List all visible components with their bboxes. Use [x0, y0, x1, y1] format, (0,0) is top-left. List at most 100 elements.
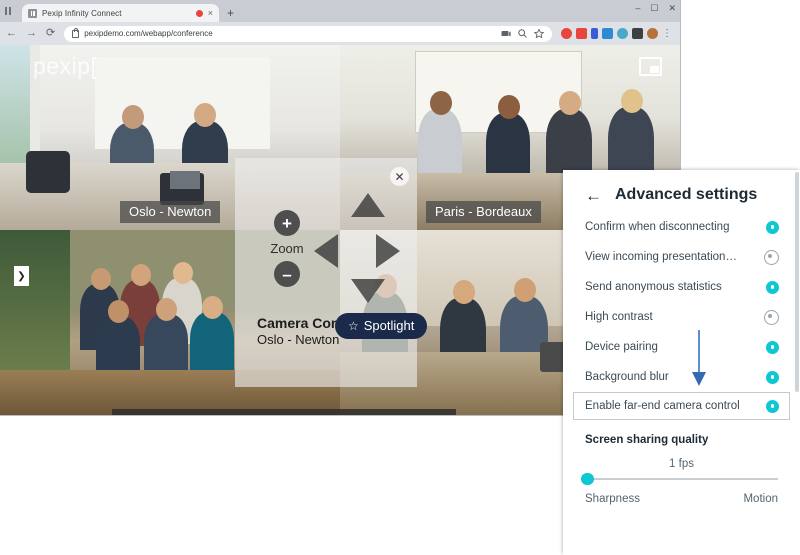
browser-tab[interactable]: Pexip Infinity Connect ×: [22, 4, 219, 22]
recording-indicator-icon: [196, 10, 203, 17]
participant-label-oslo: Oslo - Newton: [120, 201, 220, 223]
setting-label: Background blur: [585, 371, 669, 383]
layout-single-icon[interactable]: [367, 409, 394, 415]
panel-header: ← Advanced settings: [563, 170, 800, 212]
screen-sharing-quality-title: Screen sharing quality: [563, 420, 800, 446]
address-bar-row: ← → ⟳ pexipdemo.com/webapp/conference: [0, 22, 680, 45]
printer-extension-icon[interactable]: [602, 28, 613, 39]
reload-icon[interactable]: ⟳: [46, 28, 55, 39]
window-minimize-button[interactable]: –: [635, 3, 640, 13]
setting-label: Confirm when disconnecting: [585, 221, 729, 233]
back-navigation-icon[interactable]: ←: [6, 28, 17, 39]
setting-row-anonymous-statistics[interactable]: Send anonymous statistics: [563, 272, 800, 302]
slider-knob[interactable]: [581, 473, 594, 486]
down-arrow-annotation: [692, 330, 706, 388]
tab-strip: Pexip Infinity Connect × + – ☐ ✕: [0, 0, 680, 22]
media-cast-icon[interactable]: [501, 30, 511, 38]
new-tab-button[interactable]: +: [227, 7, 234, 19]
slider-max-label: Motion: [743, 493, 778, 505]
disconnect-power-icon[interactable]: [201, 409, 228, 415]
setting-row-high-contrast[interactable]: High contrast: [563, 302, 800, 332]
setting-label: Device pairing: [585, 341, 658, 353]
window-close-button[interactable]: ✕: [668, 3, 676, 13]
profile-avatar-icon[interactable]: [647, 28, 658, 39]
window-controls: – ☐ ✕: [635, 3, 676, 13]
back-arrow-icon[interactable]: ←: [585, 187, 602, 204]
panel-title: Advanced settings: [615, 186, 757, 204]
setting-row-background-blur[interactable]: Background blur: [563, 362, 800, 392]
pan-right-button[interactable]: [376, 234, 400, 268]
pexip-favicon-icon: [28, 9, 37, 18]
zoom-magnifier-icon[interactable]: [518, 29, 527, 38]
camera-control-overlay: ✕ + Zoom – Camera Control Oslo - Newton …: [235, 158, 417, 387]
annotation-shaft: [698, 330, 700, 374]
setting-row-confirm-disconnect[interactable]: Confirm when disconnecting: [563, 212, 800, 242]
slider-min-label: Sharpness: [585, 493, 640, 505]
toggle-confirm-disconnect[interactable]: [766, 221, 779, 234]
screen-sharing-quality-value: 1 fps: [563, 446, 800, 470]
raise-hand-icon[interactable]: [340, 409, 367, 415]
toggle-far-end-camera-control[interactable]: [766, 400, 779, 413]
extension-icons: ⋮: [561, 28, 674, 39]
add-file-icon[interactable]: [255, 409, 282, 415]
conference-toolbar: [112, 409, 456, 415]
collapse-arrows-icon[interactable]: [286, 409, 313, 415]
present-screen-icon[interactable]: [228, 409, 255, 415]
zoom-in-button[interactable]: +: [274, 210, 300, 236]
bookmark-star-icon[interactable]: [534, 29, 544, 38]
window-grip-icon: [5, 6, 15, 16]
participant-label-paris: Paris - Bordeaux: [426, 201, 541, 223]
camera-off-icon[interactable]: [147, 409, 174, 415]
spotlight-button[interactable]: ☆ Spotlight: [335, 313, 427, 339]
setting-label: High contrast: [585, 311, 653, 323]
setting-label: Enable far-end camera control: [585, 400, 740, 412]
setting-row-far-end-camera-control[interactable]: Enable far-end camera control: [573, 392, 790, 420]
pan-up-button[interactable]: [351, 193, 385, 217]
address-text: pexipdemo.com/webapp/conference: [84, 29, 213, 38]
pan-down-button[interactable]: [351, 279, 385, 303]
tab-title: Pexip Infinity Connect: [42, 9, 191, 18]
toggle-view-presentation-fullscreen[interactable]: [764, 250, 779, 265]
advanced-settings-panel: ← Advanced settings Confirm when disconn…: [563, 170, 800, 555]
picture-in-picture-icon[interactable]: [639, 57, 662, 76]
zoom-control-group: + Zoom –: [262, 210, 312, 287]
omnibar-icons: [501, 29, 544, 38]
screen-sharing-quality-slider[interactable]: [563, 470, 800, 480]
setting-label: Send anonymous statistics: [585, 281, 722, 293]
microphone-muted-icon[interactable]: [174, 409, 201, 415]
toggle-anonymous-statistics[interactable]: [766, 281, 779, 294]
pexip-logo: pexip[: [33, 53, 97, 80]
screen-capture-extension-icon[interactable]: [576, 28, 587, 39]
upload-cloud-icon[interactable]: [421, 409, 448, 415]
slider-track[interactable]: [585, 478, 778, 480]
browser-menu-icon[interactable]: ⋮: [662, 29, 672, 39]
annotation-arrowhead: [692, 372, 706, 386]
lock-icon: [72, 30, 79, 38]
pan-tilt-dpad: [323, 183, 413, 318]
zoom-label: Zoom: [262, 241, 312, 256]
spotlight-label: Spotlight: [364, 318, 415, 333]
toggle-high-contrast[interactable]: [764, 310, 779, 325]
setting-label: View incoming presentation in full …: [585, 251, 740, 263]
panel-scrollbar[interactable]: [795, 172, 799, 392]
toggle-device-pairing[interactable]: [766, 341, 779, 354]
setting-row-device-pairing[interactable]: Device pairing: [563, 332, 800, 362]
setting-row-view-presentation-fullscreen[interactable]: View incoming presentation in full …: [563, 242, 800, 272]
forward-navigation-icon[interactable]: →: [26, 28, 37, 39]
side-panel-toggle-button[interactable]: ❯: [14, 266, 29, 286]
puzzle-extensions-icon[interactable]: [632, 28, 643, 39]
address-input[interactable]: pexipdemo.com/webapp/conference: [64, 26, 552, 42]
zoom-out-button[interactable]: –: [274, 261, 300, 287]
opera-extension-icon[interactable]: [561, 28, 572, 39]
pan-left-button[interactable]: [314, 234, 338, 268]
pen-extension-icon[interactable]: [591, 28, 598, 39]
add-participant-icon[interactable]: [313, 409, 340, 415]
slider-end-labels: Sharpness Motion: [563, 480, 800, 505]
tab-close-icon[interactable]: ×: [208, 9, 213, 18]
camera-control-subtitle: Oslo - Newton: [257, 332, 339, 347]
window-maximize-button[interactable]: ☐: [650, 3, 658, 13]
layout-grid-icon[interactable]: [394, 409, 421, 415]
clock-extension-icon[interactable]: [617, 28, 628, 39]
speaker-volume-icon[interactable]: [120, 409, 147, 415]
toggle-background-blur[interactable]: [766, 371, 779, 384]
